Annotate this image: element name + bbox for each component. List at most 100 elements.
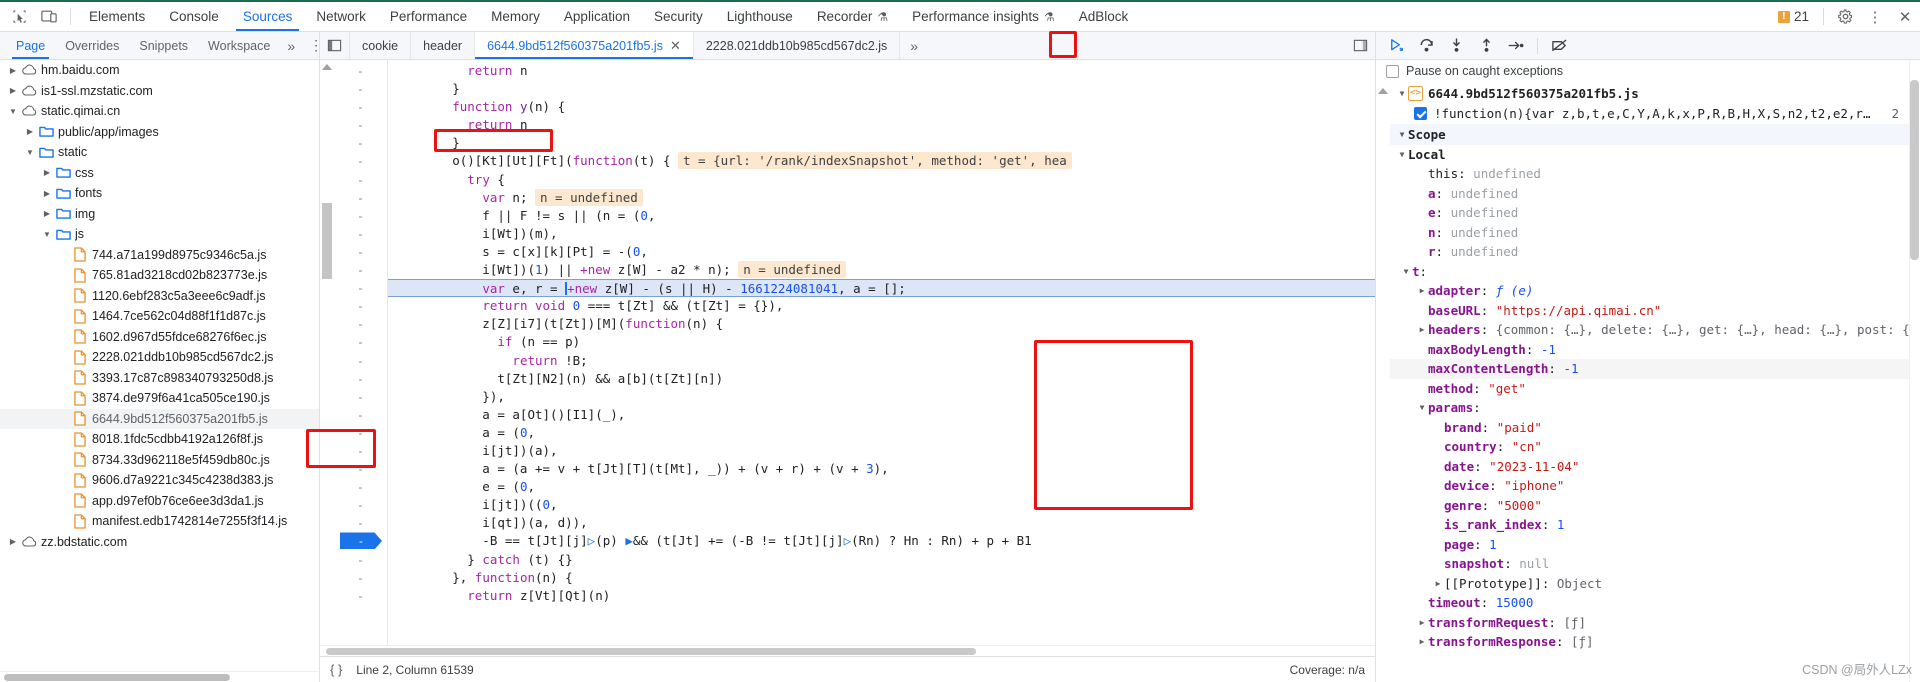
scope-variable-row[interactable]: n: undefined bbox=[1390, 223, 1909, 243]
device-toolbar-icon[interactable] bbox=[34, 2, 64, 31]
scope-variable-list[interactable]: this: undefined a: undefined e: undefined n… bbox=[1390, 164, 1909, 652]
gutter-line-number[interactable]: - bbox=[334, 333, 387, 351]
gutter-line-number[interactable]: - bbox=[334, 62, 387, 80]
editor-tab-cookie[interactable]: cookie bbox=[350, 32, 412, 59]
code-line[interactable]: e = (0, bbox=[388, 478, 1375, 496]
scope-variable-row[interactable]: maxBodyLength: -1 bbox=[1390, 340, 1909, 360]
warning-badge[interactable]: ! 21 bbox=[1777, 2, 1817, 31]
tree-folder-item[interactable]: ▶ hm.baidu.com bbox=[0, 60, 319, 81]
tree-folder-item[interactable]: ▶ zz.bdstatic.com bbox=[0, 532, 319, 553]
code-line[interactable]: } catch (t) {} bbox=[388, 551, 1375, 569]
tree-folder-item[interactable]: ▼ js bbox=[0, 224, 319, 245]
tree-file-item[interactable]: 3874.de979f6a41ca505ce190.js bbox=[0, 388, 319, 409]
scope-variable-row[interactable]: timeout: 15000 bbox=[1390, 593, 1909, 613]
sidebar-right-scrollbar[interactable] bbox=[1909, 60, 1920, 682]
gutter-line-number[interactable]: - bbox=[334, 261, 387, 279]
tree-file-item[interactable]: 8734.33d962118e5f459db80c.js bbox=[0, 450, 319, 471]
chevron-right-icon[interactable]: ▶ bbox=[1416, 286, 1428, 295]
scope-variable-row[interactable]: genre: "5000" bbox=[1390, 496, 1909, 516]
tab-application[interactable]: Application bbox=[552, 2, 642, 31]
gutter-line-number[interactable]: - bbox=[334, 116, 387, 134]
chevron-right-icon[interactable]: ▶ bbox=[1416, 325, 1428, 334]
scope-section-header[interactable]: ▼ Scope bbox=[1390, 123, 1909, 145]
scope-variable-row[interactable]: baseURL: "https://api.qimai.cn" bbox=[1390, 301, 1909, 321]
tree-file-item[interactable]: 3393.17c87c898340793250d8.js bbox=[0, 368, 319, 389]
scope-variable-row[interactable]: ▶ [[Prototype]]: Object bbox=[1390, 574, 1909, 594]
navtab-overrides[interactable]: Overrides bbox=[55, 32, 129, 59]
tree-folder-item[interactable]: ▶ img bbox=[0, 204, 319, 225]
code-line[interactable]: f || F != s || (n = (0, bbox=[388, 207, 1375, 225]
editor-tab-2228[interactable]: 2228.021ddb10b985cd567dc2.js bbox=[694, 32, 901, 59]
gutter-line-number[interactable]: - bbox=[334, 514, 387, 532]
gutter-line-number[interactable]: - bbox=[334, 370, 387, 388]
tab-performance[interactable]: Performance bbox=[378, 2, 479, 31]
chevron-down-icon[interactable]: ▼ bbox=[40, 230, 54, 239]
tree-file-item[interactable]: 1602.d967d55fdce68276f6ec.js bbox=[0, 327, 319, 348]
editor-tab-header[interactable]: header bbox=[411, 32, 476, 59]
scope-variable-row[interactable]: brand: "paid" bbox=[1390, 418, 1909, 438]
navtab-workspace[interactable]: Workspace bbox=[198, 32, 280, 59]
gear-icon[interactable] bbox=[1830, 2, 1860, 31]
scope-variable-row[interactable]: maxContentLength: -1 bbox=[1390, 359, 1909, 379]
scope-variable-row[interactable]: ▶ transformRequest: [ƒ] bbox=[1390, 613, 1909, 633]
code-line[interactable]: o()[Kt][Ut][Ft](function(t) { t = {url: … bbox=[388, 152, 1375, 170]
tree-folder-item[interactable]: ▶ css bbox=[0, 163, 319, 184]
code-line[interactable]: } bbox=[388, 134, 1375, 152]
tree-file-item[interactable]: 1464.7ce562c04d88f1f1d87c.js bbox=[0, 306, 319, 327]
scope-variable-row[interactable]: ▼ params: bbox=[1390, 398, 1909, 418]
navtab-more-icon[interactable]: » bbox=[280, 32, 302, 59]
pause-on-caught-exceptions-row[interactable]: Pause on caught exceptions bbox=[1376, 60, 1920, 82]
gutter-line-number[interactable]: - bbox=[334, 243, 387, 261]
gutter-line-number[interactable]: - bbox=[334, 460, 387, 478]
tab-performance-insights[interactable]: Performance insights ⚗ bbox=[900, 2, 1067, 31]
tree-folder-item[interactable]: ▶ is1-ssl.mzstatic.com bbox=[0, 81, 319, 102]
tree-folder-item[interactable]: ▼ static.qimai.cn bbox=[0, 101, 319, 122]
editor-gutter[interactable]: ------------------------------ bbox=[334, 60, 388, 645]
chevron-right-icon[interactable]: ▶ bbox=[40, 209, 54, 218]
deactivate-breakpoints-button[interactable] bbox=[1545, 34, 1573, 58]
tree-folder-item[interactable]: ▼ static bbox=[0, 142, 319, 163]
scope-variable-row[interactable]: a: undefined bbox=[1390, 184, 1909, 204]
chevron-right-icon[interactable]: ▶ bbox=[1416, 637, 1428, 646]
code-line[interactable]: z[Z][i7](t[Zt])[M](function(n) { bbox=[388, 315, 1375, 333]
tab-security[interactable]: Security bbox=[642, 2, 715, 31]
kebab-menu-icon[interactable]: ⋮ bbox=[1860, 2, 1890, 31]
tree-file-item[interactable]: 765.81ad3218cd02b823773e.js bbox=[0, 265, 319, 286]
scope-variable-row[interactable]: r: undefined bbox=[1390, 242, 1909, 262]
gutter-line-number[interactable]: - bbox=[334, 189, 387, 207]
code-line[interactable]: i[Wt])(1) || +new z[W] - a2 * n); n = un… bbox=[388, 261, 1375, 279]
chevron-right-icon[interactable]: ▶ bbox=[1416, 618, 1428, 627]
tab-console[interactable]: Console bbox=[157, 2, 231, 31]
code-line[interactable]: i[jt])((0, bbox=[388, 496, 1375, 514]
code-line[interactable]: }, function(n) { bbox=[388, 569, 1375, 587]
pause-on-caught-checkbox[interactable] bbox=[1386, 64, 1399, 78]
chevron-right-icon[interactable]: ▶ bbox=[6, 86, 20, 95]
navtab-page[interactable]: Page bbox=[6, 32, 55, 59]
tree-file-item[interactable]: 6644.9bd512f560375a201fb5.js bbox=[0, 408, 319, 429]
sidebar-left-scrollbar[interactable] bbox=[1376, 82, 1390, 682]
scope-variable-row[interactable]: snapshot: null bbox=[1390, 554, 1909, 574]
scroll-up-arrow-icon[interactable] bbox=[322, 64, 332, 70]
code-line[interactable]: a = (0, bbox=[388, 424, 1375, 442]
tree-file-item[interactable]: 9606.d7a9221c345c4238d383.js bbox=[0, 470, 319, 491]
code-line[interactable]: return !B; bbox=[388, 352, 1375, 370]
show-debugger-sidebar-icon[interactable] bbox=[1345, 32, 1375, 59]
code-line[interactable]: if (n == p) bbox=[388, 333, 1375, 351]
tree-file-item[interactable]: 744.a71a199d8975c9346c5a.js bbox=[0, 245, 319, 266]
chevron-down-icon[interactable]: ▼ bbox=[1396, 150, 1408, 159]
close-icon[interactable]: ✕ bbox=[670, 38, 681, 54]
gutter-line-number[interactable]: - bbox=[334, 388, 387, 406]
code-line[interactable]: return z[Vt][Qt](n) bbox=[388, 587, 1375, 605]
code-line[interactable]: i[qt])(a, d)), bbox=[388, 514, 1375, 532]
tab-lighthouse[interactable]: Lighthouse bbox=[715, 2, 805, 31]
gutter-breakpoint-marker[interactable]: - bbox=[334, 532, 387, 550]
gutter-line-number[interactable]: - bbox=[334, 442, 387, 460]
editor-tab-6644[interactable]: 6644.9bd512f560375a201fb5.js ✕ bbox=[475, 32, 694, 59]
gutter-line-number[interactable]: - bbox=[334, 315, 387, 333]
code-line[interactable]: t[Zt][N2](n) && a[b](t[Zt][n]) bbox=[388, 370, 1375, 388]
code-line[interactable]: return void 0 === t[Zt] && (t[Zt] = {}), bbox=[388, 297, 1375, 315]
scope-variable-row[interactable]: device: "iphone" bbox=[1390, 476, 1909, 496]
scope-variable-row[interactable]: this: undefined bbox=[1390, 164, 1909, 184]
navtab-snippets[interactable]: Snippets bbox=[129, 32, 198, 59]
code-line[interactable]: return n bbox=[388, 116, 1375, 134]
